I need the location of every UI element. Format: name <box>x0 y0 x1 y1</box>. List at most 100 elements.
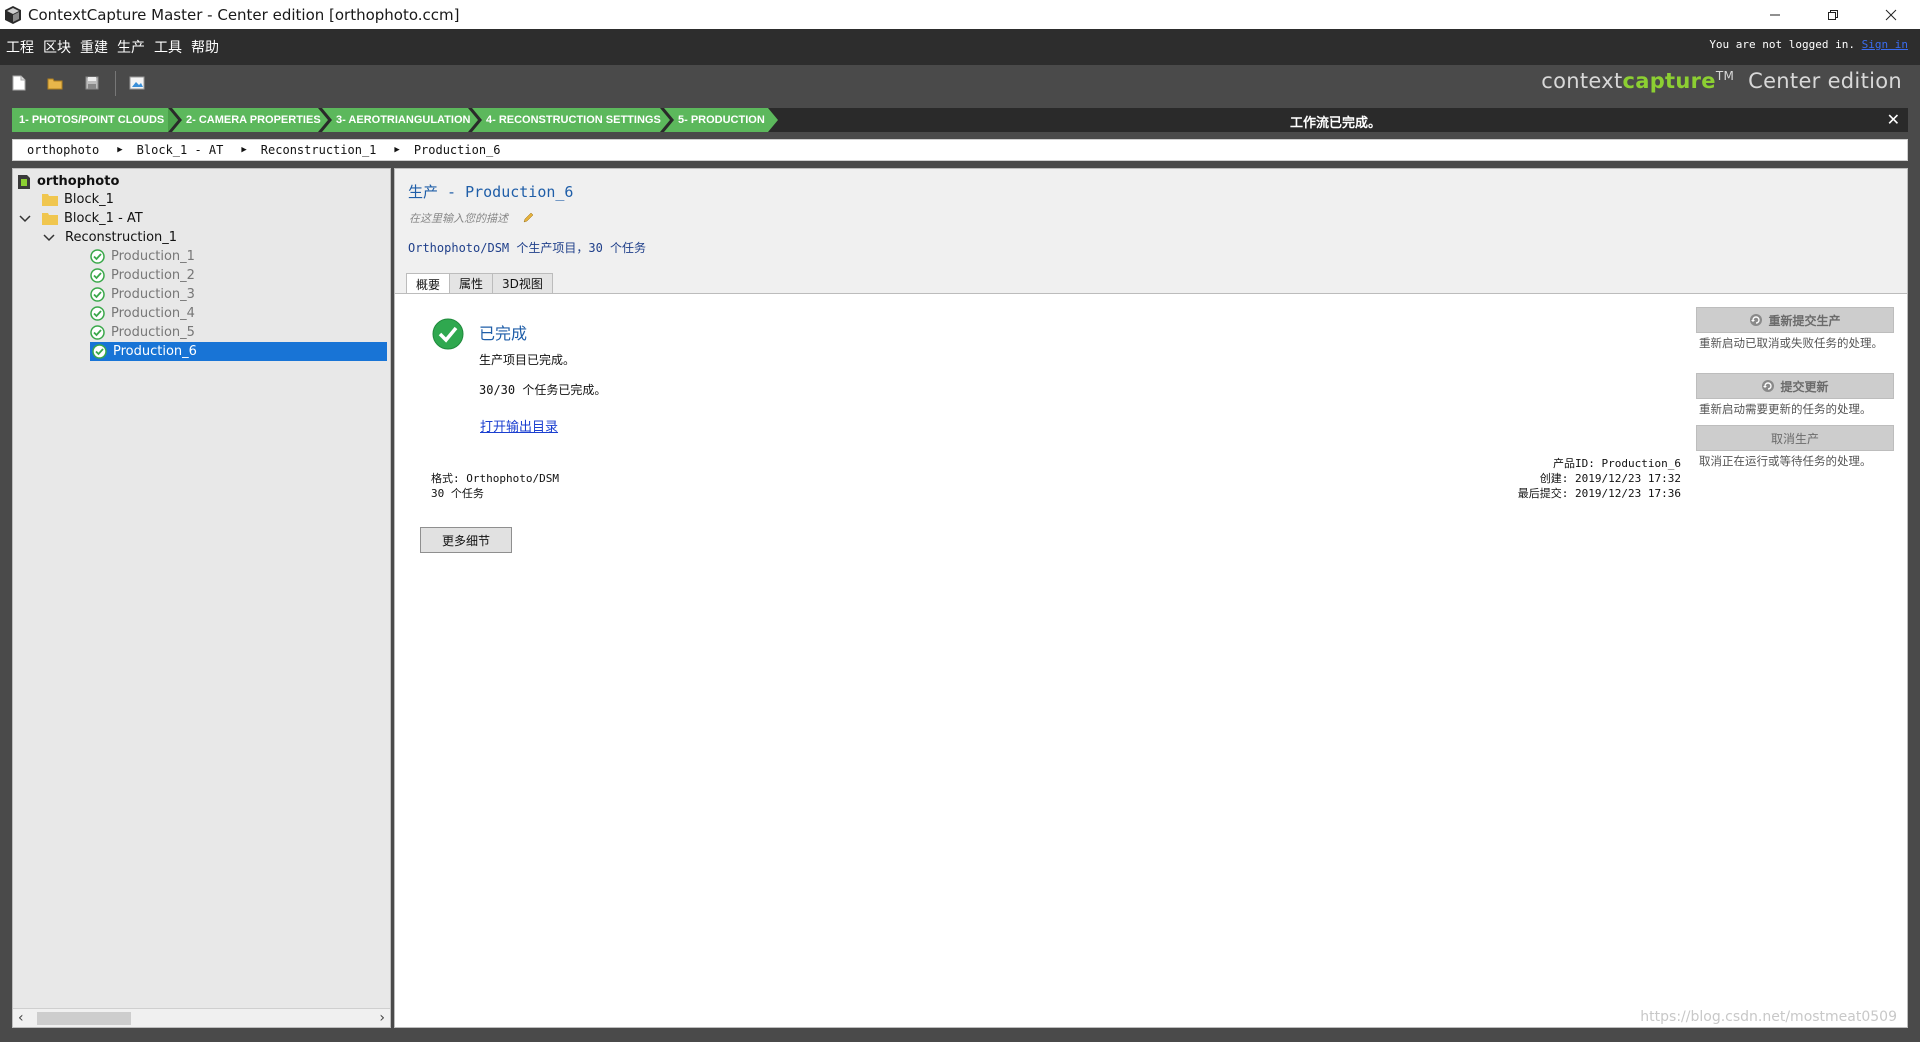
tree-item-production-5[interactable]: Production_5 <box>90 323 195 342</box>
minimize-button[interactable] <box>1746 0 1804 29</box>
watermark-text: https://blog.csdn.net/mostmeat0509 <box>1640 1009 1897 1025</box>
tab-divider <box>395 293 1907 294</box>
tree-item-block1[interactable]: Block_1 <box>42 190 114 209</box>
tasks-completed: 30/30 个任务已完成。 <box>479 383 607 397</box>
breadcrumb-item-block[interactable]: Block_1 - AT <box>137 143 224 157</box>
workflow-status: 工作流已完成。 <box>1290 116 1382 131</box>
breadcrumb-item-project[interactable]: orthophoto <box>27 143 99 157</box>
submit-update-button[interactable]: 提交更新 <box>1696 373 1894 399</box>
new-project-button[interactable] <box>9 73 29 93</box>
tasks-count: 30 个任务 <box>431 487 484 500</box>
refresh-icon <box>1750 314 1763 326</box>
update-note: 重新启动需要更新的任务的处理。 <box>1699 402 1872 416</box>
toolbar-separator <box>115 71 116 96</box>
tree-item-label: Production_6 <box>113 344 197 359</box>
tree-item-production-6[interactable]: Production_6 <box>90 342 387 361</box>
created-time: 创建: 2019/12/23 17:32 <box>1539 472 1681 485</box>
tab-bar: 概要 属性 3D视图 <box>406 273 553 294</box>
tree-item-reconstruction[interactable]: Reconstruction_1 <box>43 228 177 247</box>
resubmit-production-button[interactable]: 重新提交生产 <box>1696 307 1894 333</box>
cancel-production-button[interactable]: 取消生产 <box>1696 425 1894 451</box>
production-meta: 产品ID: Production_6 创建: 2019/12/23 17:32 … <box>1518 456 1681 501</box>
title-bar: ContextCapture Master - Center edition [… <box>0 0 1920 29</box>
menu-project[interactable]: 工程 <box>3 37 37 57</box>
restore-button[interactable] <box>1804 0 1862 29</box>
tree-item-label: Block_1 <box>64 192 114 207</box>
tree-item-project[interactable]: orthophoto <box>17 172 119 191</box>
tree-item-production-4[interactable]: Production_4 <box>90 304 195 323</box>
page-title: 生产 - Production_6 <box>408 183 574 201</box>
open-project-button[interactable] <box>45 73 65 93</box>
close-window-button[interactable] <box>1862 0 1920 29</box>
open-output-directory-link[interactable]: 打开输出目录 <box>480 416 558 435</box>
tree-item-production-1[interactable]: Production_1 <box>90 247 195 266</box>
completed-check-icon <box>432 318 464 350</box>
tab-overview[interactable]: 概要 <box>406 273 451 294</box>
folder-icon <box>42 213 58 225</box>
menu-help[interactable]: 帮助 <box>188 37 222 57</box>
action-update: 提交更新 重新启动需要更新的任务的处理。 <box>1696 373 1894 416</box>
main-panel: 生产 - Production_6 在这里输入您的描述 Orthophoto/D… <box>394 168 1908 1028</box>
login-text: You are not logged in. <box>1709 38 1856 51</box>
workflow-step-reconstruction[interactable]: 4- RECONSTRUCTION SETTINGS <box>472 108 670 132</box>
menu-block[interactable]: 区块 <box>40 37 74 57</box>
breadcrumb-item-production[interactable]: Production_6 <box>414 143 501 157</box>
workflow-step-camera[interactable]: 2- CAMERA PROPERTIES <box>172 108 328 132</box>
production-header: 生产 - Production_6 在这里输入您的描述 Orthophoto/D… <box>395 169 1907 294</box>
production-summary: Orthophoto/DSM 个生产项目，30 个任务 <box>408 241 647 255</box>
breadcrumb-item-reconstruction[interactable]: Reconstruction_1 <box>261 143 377 157</box>
check-circle-icon <box>90 306 105 321</box>
tree-item-label: Production_5 <box>111 325 195 340</box>
tree-item-label: orthophoto <box>37 174 120 189</box>
resubmit-label: 重新提交生产 <box>1768 313 1841 328</box>
workflow-step-label: 2- CAMERA PROPERTIES <box>186 114 321 126</box>
status-description: 生产项目已完成。 <box>479 353 576 367</box>
menu-reconstruction[interactable]: 重建 <box>77 37 111 57</box>
workflow-step-label: 1- PHOTOS/POINT CLOUDS <box>19 114 165 126</box>
check-circle-icon <box>90 268 105 283</box>
scroll-right-icon[interactable]: › <box>379 1010 385 1026</box>
folder-icon <box>42 194 58 206</box>
workflow-step-photos[interactable]: 1- PHOTOS/POINT CLOUDS <box>12 108 178 132</box>
pencil-icon[interactable] <box>522 212 534 224</box>
tree-item-label: Production_1 <box>111 249 195 264</box>
scroll-left-icon[interactable]: ‹ <box>18 1010 24 1026</box>
refresh-icon <box>1762 380 1775 392</box>
status-title: 已完成 <box>479 324 528 343</box>
viewer-button[interactable] <box>127 73 147 93</box>
tree-item-label: Production_3 <box>111 287 195 302</box>
workflow-step-aerotriangulation[interactable]: 3- AEROTRIANGULATION <box>322 108 478 132</box>
chevron-down-icon[interactable] <box>43 232 55 244</box>
tree-item-label: Reconstruction_1 <box>65 230 178 245</box>
tree-item-production-3[interactable]: Production_3 <box>90 285 195 304</box>
tree-horizontal-scrollbar[interactable]: ‹ › <box>13 1008 390 1027</box>
tree-item-block1-at[interactable]: Block_1 - AT <box>19 209 143 228</box>
description-field[interactable]: 在这里输入您的描述 <box>409 210 534 226</box>
more-details-button[interactable]: 更多细节 <box>420 527 512 553</box>
tree-item-label: Production_4 <box>111 306 195 321</box>
workflow-close-button[interactable]: ✕ <box>1887 110 1900 129</box>
tree-item-production-2[interactable]: Production_2 <box>90 266 195 285</box>
toolbar: contextcaptureTM Center edition <box>0 65 1920 102</box>
folder-open-icon <box>47 78 63 90</box>
brand-capture: capture <box>1622 69 1716 93</box>
sign-in-link[interactable]: Sign in <box>1862 38 1908 51</box>
close-icon <box>1885 9 1897 20</box>
tab-3d-view[interactable]: 3D视图 <box>492 273 553 293</box>
breadcrumb-arrow-icon: ▶ <box>117 145 123 155</box>
scrollbar-thumb[interactable] <box>37 1012 131 1025</box>
tree-item-label: Block_1 - AT <box>64 211 143 226</box>
workflow-bar: 1- PHOTOS/POINT CLOUDS 2- CAMERA PROPERT… <box>12 108 1908 132</box>
action-resubmit: 重新提交生产 重新启动已取消或失败任务的处理。 <box>1696 307 1894 350</box>
update-label: 提交更新 <box>1780 379 1829 394</box>
tab-properties[interactable]: 属性 <box>449 273 494 293</box>
brand-edition: Center edition <box>1748 69 1902 93</box>
workflow-step-production[interactable]: 5- PRODUCTION <box>664 108 778 132</box>
save-project-button[interactable] <box>82 73 102 93</box>
chevron-down-icon[interactable] <box>19 213 31 225</box>
menu-production[interactable]: 生产 <box>114 37 148 57</box>
image-viewer-icon <box>129 76 145 90</box>
breadcrumb-arrow-icon: ▶ <box>241 145 247 155</box>
cancel-note: 取消正在运行或等待任务的处理。 <box>1699 454 1872 468</box>
menu-tools[interactable]: 工具 <box>151 37 185 57</box>
